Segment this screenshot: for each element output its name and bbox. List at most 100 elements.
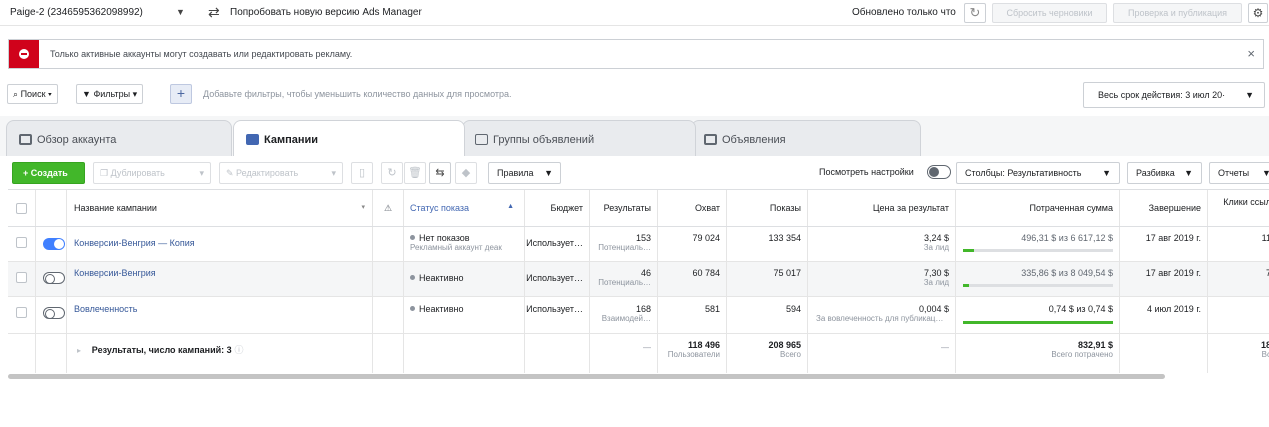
row-checkbox[interactable]: [16, 307, 27, 318]
cost-cell: 0,004 $ За вовлеченность для публикац…: [808, 297, 956, 333]
reset-icon[interactable]: ↻: [381, 162, 403, 184]
header-impressions[interactable]: Показы: [727, 190, 808, 226]
refresh-icon[interactable]: ↻: [964, 3, 986, 23]
tab-account-overview[interactable]: Обзор аккаунта: [6, 120, 232, 156]
totals-clicks-cell: 18 Вс: [1208, 334, 1269, 373]
filters-button[interactable]: ▼ Фильтры ▾: [76, 84, 144, 104]
reports-button[interactable]: Отчеты ▼: [1209, 162, 1269, 184]
warning-cell: [373, 227, 404, 261]
header-link-clicks[interactable]: Клики ссыл: [1208, 190, 1269, 226]
create-button[interactable]: + Создать: [12, 162, 85, 184]
spent-value: 335,86 $ из 8 049,54 $: [1021, 268, 1113, 278]
tab-ads[interactable]: Объявления: [691, 120, 921, 156]
header-amount-spent[interactable]: Потраченная сумма: [956, 190, 1120, 226]
select-all-checkbox[interactable]: [16, 203, 27, 214]
campaign-toggle[interactable]: [43, 238, 65, 250]
edit-button[interactable]: ✎ Редактировать ▾: [219, 162, 343, 184]
end-cell: [1120, 334, 1208, 373]
tab-ad-sets[interactable]: Группы объявлений: [462, 120, 696, 156]
totals-impressions-cell: 208 965 Всего: [727, 334, 808, 373]
discard-drafts-button[interactable]: Сбросить черновики: [992, 3, 1107, 23]
end-date: 4 июл 2019 г.: [1120, 297, 1208, 333]
end-date: 17 авг 2019 г.: [1120, 227, 1208, 261]
table-row[interactable]: Вовлеченность Неактивно Использует… 168 …: [8, 297, 1269, 334]
totals-spent: 832,91 $: [1077, 340, 1113, 350]
table-header: Название кампании ▾ ⚠ Статус показа ▲ Бю…: [8, 190, 1269, 227]
table-row[interactable]: Конверсии-Венгрия — Копия Нет показов Ре…: [8, 227, 1269, 262]
totals-impressions-sub: Всего: [780, 350, 801, 359]
view-settings-toggle[interactable]: [927, 165, 951, 179]
tab-label: Кампании: [264, 134, 319, 146]
campaign-toggle[interactable]: [43, 307, 65, 319]
breakdown-button[interactable]: Разбивка ▼: [1127, 162, 1202, 184]
status-dot-icon: [410, 235, 415, 240]
ab-test-icon[interactable]: ⇆: [429, 162, 451, 184]
header-budget[interactable]: Бюджет: [525, 190, 590, 226]
preview-icon[interactable]: ▯: [351, 162, 373, 184]
try-new-ads-manager-link[interactable]: Попробовать новую версию Ads Manager: [230, 7, 422, 18]
campaign-toggle[interactable]: [43, 272, 65, 284]
tag-icon[interactable]: ◆: [455, 162, 477, 184]
account-selector[interactable]: Paige-2 (2346595362098992): [10, 7, 143, 18]
filter-bar: ⌕ Поиск ▾ ▼ Фильтры ▾ + Добавьте фильтры…: [0, 80, 1269, 112]
header-results[interactable]: Результаты: [590, 190, 658, 226]
toggle-cell: [36, 297, 67, 333]
review-publish-button[interactable]: Проверка и публикация: [1113, 3, 1242, 23]
search-label: Поиск: [20, 89, 46, 99]
results-value: 46: [640, 268, 651, 278]
duplicate-button[interactable]: ❐ Дублировать ▾: [93, 162, 211, 184]
breakdown-label: Разбивка: [1136, 168, 1175, 178]
date-range-picker[interactable]: Весь срок действия: 3 июл 20· ▼: [1083, 82, 1265, 108]
campaign-name-link[interactable]: Конверсии-Венгрия — Копия: [74, 238, 195, 248]
impressions-value: 594: [727, 297, 808, 333]
tab-campaigns[interactable]: Кампании: [233, 120, 465, 156]
header-label: Название кампании: [74, 203, 157, 213]
status-cell: Неактивно: [404, 262, 525, 296]
chevron-down-icon: ▾: [48, 89, 52, 99]
header-campaign-name[interactable]: Название кампании ▾: [67, 190, 373, 226]
status-subtext: Рекламный аккаунт деак: [410, 243, 502, 252]
account-caret-icon[interactable]: ▼: [176, 7, 185, 17]
results-cell: 168 Взаимодей…: [590, 297, 658, 333]
filter-hint: Добавьте фильтры, чтобы уменьшить количе…: [203, 89, 512, 99]
action-toolbar: + Создать ❐ Дублировать ▾ ✎ Редактироват…: [0, 156, 1269, 188]
sort-asc-icon: ▲: [507, 203, 514, 210]
alert-banner: Только активные аккаунты могут создавать…: [8, 39, 1264, 69]
spent-cell: 335,86 $ из 8 049,54 $: [956, 262, 1120, 296]
cost-value: 3,24 $: [923, 233, 949, 243]
header-reach[interactable]: Охват: [658, 190, 727, 226]
budget-value: Использует…: [525, 262, 590, 296]
row-checkbox[interactable]: [16, 272, 27, 283]
header-delivery-status[interactable]: Статус показа ▲: [404, 190, 525, 226]
reach-value: 60 784: [658, 262, 727, 296]
campaigns-table: Название кампании ▾ ⚠ Статус показа ▲ Бю…: [8, 189, 1269, 373]
header-ends[interactable]: Завершение: [1120, 190, 1208, 226]
filter-icon: ▼: [82, 89, 91, 99]
rules-button[interactable]: Правила ▼: [488, 162, 561, 184]
chevron-right-icon[interactable]: ▸: [77, 346, 81, 355]
search-button[interactable]: ⌕ Поиск ▾: [7, 84, 58, 104]
table-row[interactable]: Конверсии-Венгрия Неактивно Использует… …: [8, 262, 1269, 297]
chevron-down-icon: ▾: [331, 168, 336, 178]
error-icon: [19, 49, 29, 59]
delete-icon[interactable]: 🗑: [404, 162, 426, 184]
info-icon[interactable]: ⓘ: [234, 345, 243, 355]
campaign-name-link[interactable]: Конверсии-Венгрия: [74, 268, 156, 278]
row-checkbox[interactable]: [16, 237, 27, 248]
horizontal-scrollbar[interactable]: [8, 374, 1165, 379]
totals-label: Результаты, число кампаний: 3: [91, 345, 232, 355]
results-value: 153: [635, 233, 651, 243]
cost-type: За лид: [923, 278, 949, 287]
reports-label: Отчеты: [1218, 168, 1250, 178]
close-icon[interactable]: ×: [1247, 46, 1255, 61]
warning-cell: [373, 262, 404, 296]
alert-message: Только активные аккаунты могут создавать…: [50, 49, 353, 59]
campaign-name-link[interactable]: Вовлеченность: [74, 304, 138, 314]
totals-clicks: 18: [1260, 340, 1269, 350]
switch-icon[interactable]: ⇄: [208, 4, 220, 21]
add-filter-button[interactable]: +: [170, 84, 192, 104]
gear-icon[interactable]: ⚙: [1248, 3, 1268, 23]
columns-button[interactable]: Столбцы: Результативность ▼: [956, 162, 1120, 184]
header-cost-per-result[interactable]: Цена за результат: [808, 190, 956, 226]
alert-stripe: [9, 40, 39, 68]
